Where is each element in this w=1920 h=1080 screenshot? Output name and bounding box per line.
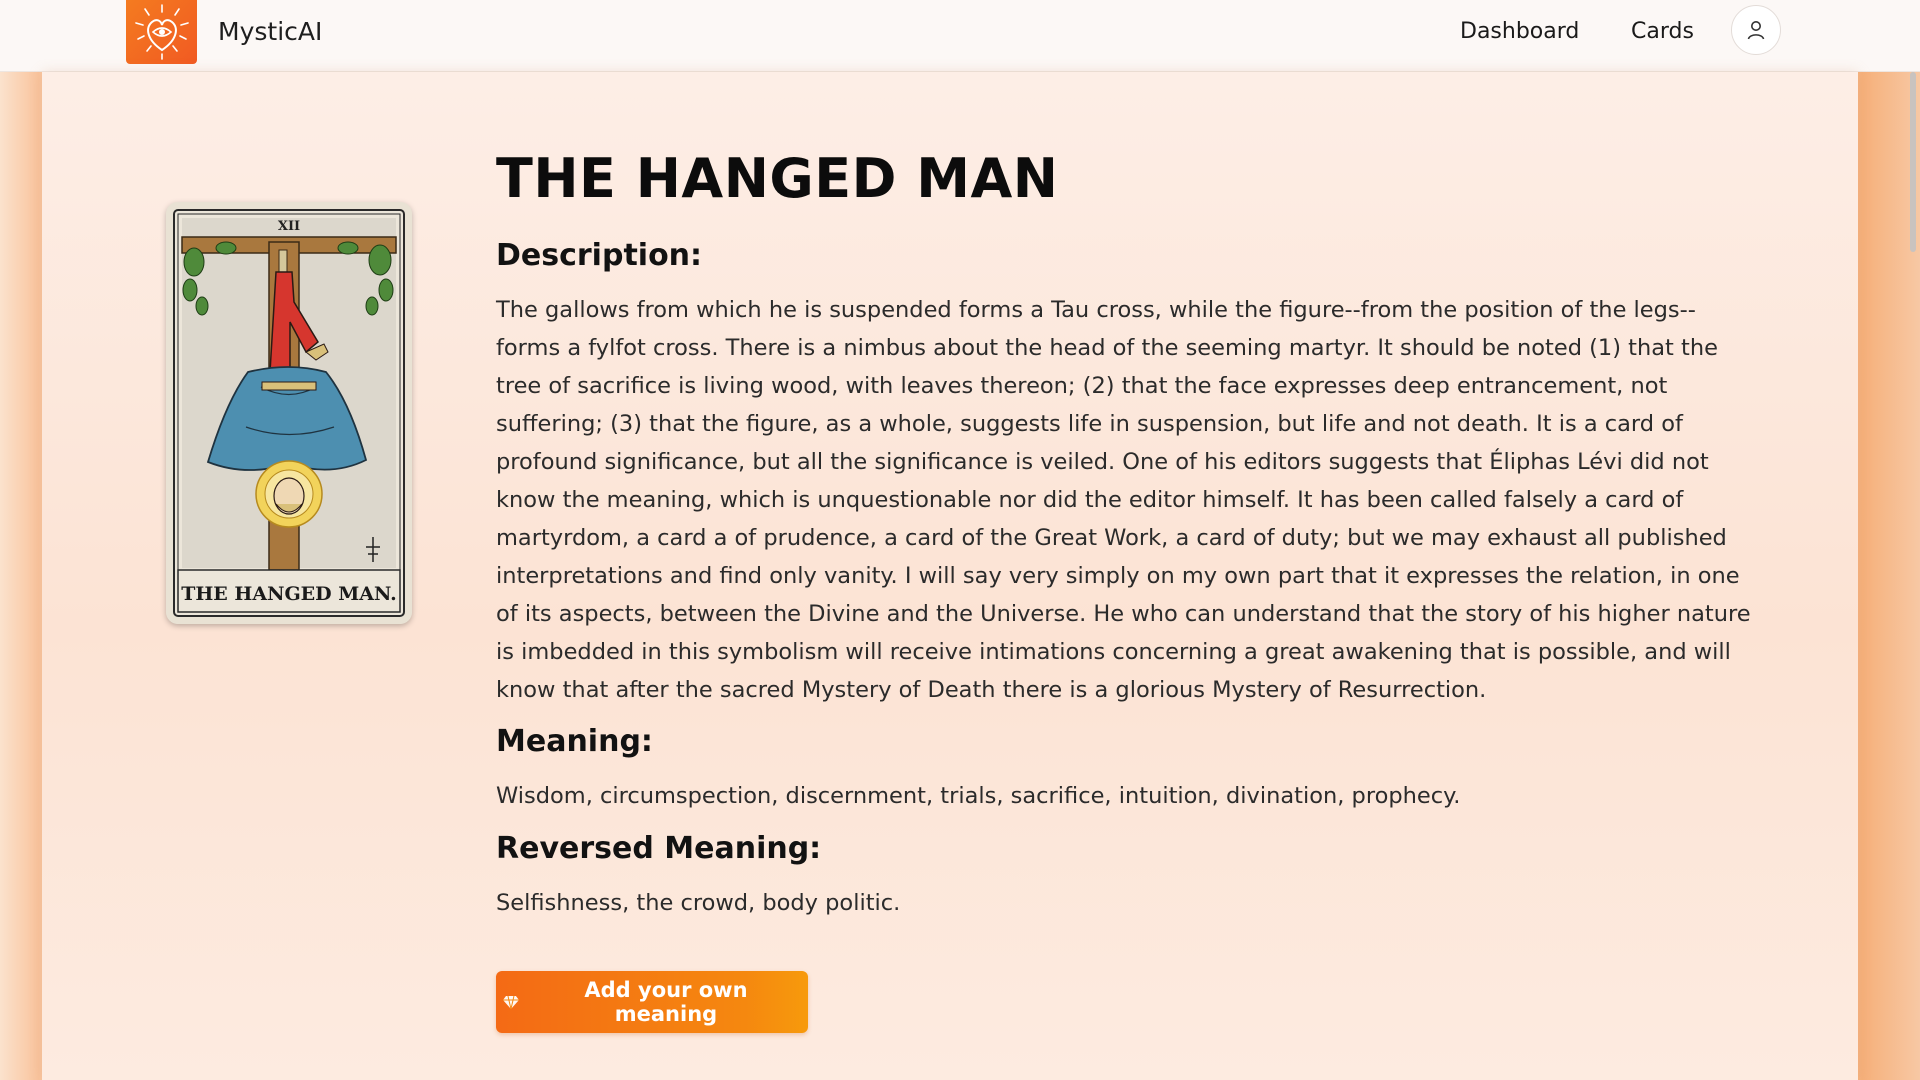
nav-dashboard-link[interactable]: Dashboard	[1460, 17, 1579, 47]
gem-icon	[502, 995, 519, 1010]
add-own-meaning-button[interactable]: Add your own meaning	[496, 971, 808, 1033]
description-text: The gallows from which he is suspended f…	[496, 297, 1751, 703]
card-title: THE HANGED MAN	[496, 147, 1059, 210]
user-icon	[1747, 21, 1765, 40]
card-numeral: XII	[278, 219, 300, 234]
tarot-card-image: XII THE HANGED MAN.	[166, 202, 412, 624]
page-scrollbar[interactable]	[1910, 72, 1916, 252]
reversed-meaning-text: Selfishness, the crowd, body politic.	[496, 890, 901, 916]
nav-cards-link[interactable]: Cards	[1631, 17, 1694, 47]
brand-name[interactable]: MysticAI	[218, 16, 322, 48]
description-heading: Description:	[496, 238, 703, 273]
user-avatar-button[interactable]	[1731, 5, 1781, 55]
top-navbar: MysticAI Dashboard Cards	[0, 0, 1920, 72]
meaning-heading: Meaning:	[496, 724, 653, 759]
meaning-text: Wisdom, circumspection, discernment, tri…	[496, 783, 1461, 809]
card-caption: THE HANGED MAN.	[181, 583, 397, 605]
add-own-meaning-label: Add your own meaning	[584, 978, 748, 1026]
heart-eye-logo-icon[interactable]	[126, 0, 197, 64]
reversed-meaning-heading: Reversed Meaning:	[496, 831, 822, 866]
